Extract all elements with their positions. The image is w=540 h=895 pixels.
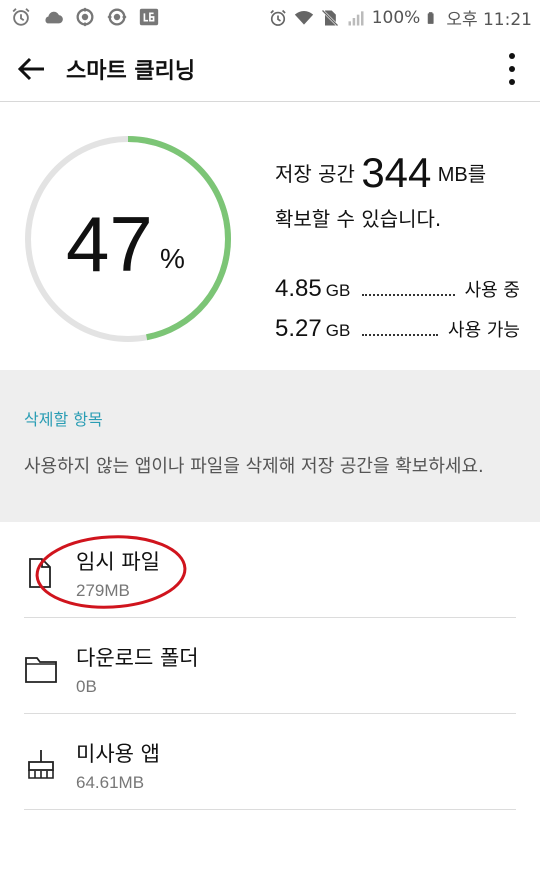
wifi-icon xyxy=(294,10,313,25)
status-bar: 100% 오후 11:21 xyxy=(0,0,540,36)
page-title: 스마트 클리닝 xyxy=(66,59,196,84)
no-sim-icon xyxy=(321,9,339,26)
dotted-leader xyxy=(362,294,455,296)
sync-icon xyxy=(76,7,94,27)
lg-icon xyxy=(139,8,159,26)
used-label: 사용 중 xyxy=(464,280,520,301)
item-name: 임시 파일 xyxy=(76,550,160,574)
alarm-icon xyxy=(270,9,286,26)
available-value: 5.27 xyxy=(275,315,322,342)
free-unit: MB를 xyxy=(437,164,487,186)
battery-percent: 100% xyxy=(371,7,421,28)
storage-summary: 47 % 저장 공간 344 MB를 확보할 수 있습니다. 4.85 GB 사… xyxy=(0,103,540,370)
free-prefix: 저장 공간 xyxy=(275,162,355,186)
used-unit: GB xyxy=(325,281,351,300)
section-title: 삭제할 항목 xyxy=(24,410,103,429)
percent-sign: % xyxy=(160,243,185,274)
list-item-temp-files[interactable]: 임시 파일 279MB xyxy=(0,522,540,618)
used-value: 4.85 xyxy=(275,275,322,302)
list-item-download-folder[interactable]: 다운로드 폴더 0B xyxy=(0,618,540,714)
folder-icon xyxy=(25,657,57,683)
used-row: 4.85 GB 사용 중 xyxy=(275,275,520,305)
available-unit: GB xyxy=(325,321,351,340)
percent-value: 47 xyxy=(66,200,153,288)
more-vert-icon[interactable] xyxy=(508,52,516,86)
available-label: 사용 가능 xyxy=(448,320,520,341)
app-bar: 스마트 클리닝 xyxy=(0,36,540,102)
back-arrow-icon[interactable] xyxy=(16,55,48,83)
free-space-line: 저장 공간 344 MB를 xyxy=(275,149,486,197)
signal-icon xyxy=(348,10,364,25)
item-name: 다운로드 폴더 xyxy=(76,646,199,670)
free-suffix: 확보할 수 있습니다. xyxy=(275,207,442,231)
divider xyxy=(24,809,516,810)
dotted-leader xyxy=(362,334,439,336)
item-name: 미사용 앱 xyxy=(76,742,160,766)
sync-icon xyxy=(107,8,127,26)
file-icon xyxy=(29,558,51,588)
list-item-unused-apps[interactable]: 미사용 앱 64.61MB xyxy=(0,714,540,810)
section-description: 사용하지 않는 앱이나 파일을 삭제해 저장 공간을 확보하세요. xyxy=(24,456,484,477)
clock: 오후 11:21 xyxy=(446,10,532,30)
broom-icon xyxy=(28,750,54,779)
status-right-icons: 100% 오후 11:21 xyxy=(268,5,532,30)
battery-icon xyxy=(428,11,434,24)
delete-items-header: 삭제할 항목 사용하지 않는 앱이나 파일을 삭제해 저장 공간을 확보하세요. xyxy=(0,370,540,522)
item-size: 64.61MB xyxy=(76,773,145,792)
available-row: 5.27 GB 사용 가능 xyxy=(275,315,520,345)
item-size: 0B xyxy=(76,677,97,696)
alarm-icon xyxy=(12,8,30,26)
cleanup-list: 임시 파일 279MB 다운로드 폴더 0B 미사용 앱 64.61MB xyxy=(0,522,540,810)
item-size: 279MB xyxy=(76,581,130,600)
free-amount: 344 xyxy=(361,149,432,196)
status-left-icons xyxy=(10,6,160,28)
cloud-icon xyxy=(45,11,63,24)
